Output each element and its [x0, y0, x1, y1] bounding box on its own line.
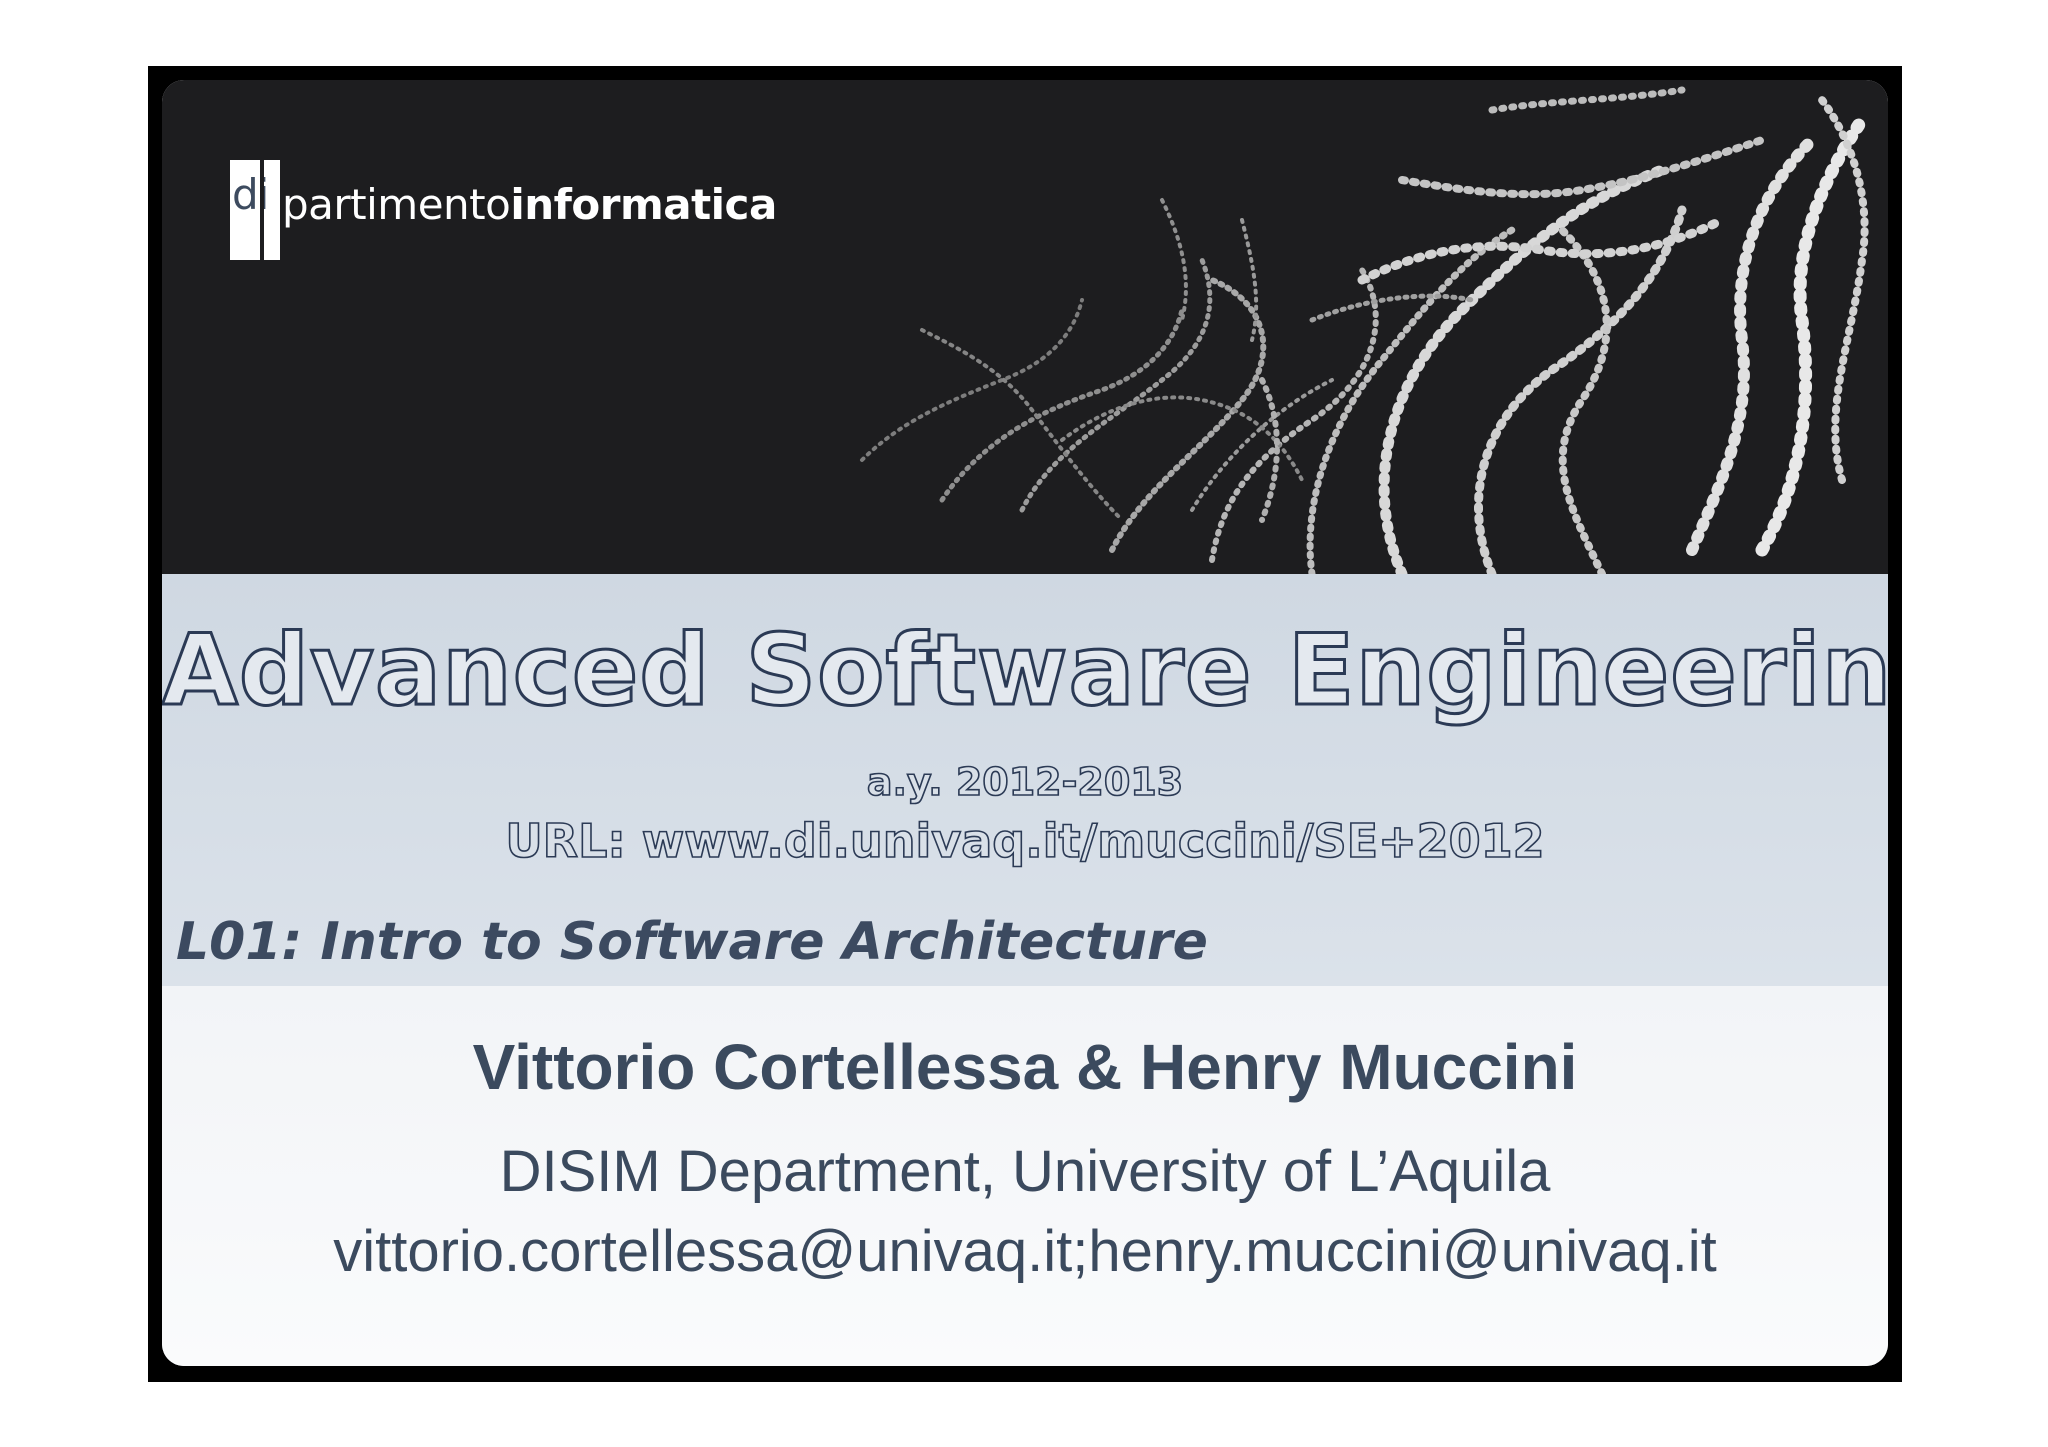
title-band: Advanced Software Engineering a.y. 2012-…: [162, 574, 1888, 986]
course-url: URL: www.di.univaq.it/muccini/SE+2012: [505, 813, 1546, 869]
logo-mark: di: [230, 160, 280, 260]
authors-band: Vittorio Cortellessa & Henry Muccini DIS…: [162, 986, 1888, 1366]
slide-header: di partimentoinformatica: [162, 80, 1888, 574]
course-title: Advanced Software Engineering: [162, 613, 1888, 730]
title-slide: di partimentoinformatica Advanced Softwa…: [162, 80, 1888, 1366]
binary-streams-decoration: [860, 86, 1869, 574]
logo-bar: [260, 160, 264, 260]
academic-year: a.y. 2012-2013: [866, 759, 1184, 805]
author-emails: vittorio.cortellessa@univaq.it;henry.muc…: [333, 1219, 1717, 1284]
author-names: Vittorio Cortellessa & Henry Muccini: [472, 1031, 1578, 1103]
lecture-title: L01: Intro to Software Architecture: [176, 912, 1208, 972]
page: di partimentoinformatica Advanced Softwa…: [0, 0, 2048, 1447]
department-logo: di partimentoinformatica: [230, 160, 777, 260]
logo-wordmark: partimentoinformatica: [282, 180, 777, 229]
logo-text-light: partimento: [282, 179, 511, 229]
department-affiliation: DISIM Department, University of L’Aquila: [499, 1139, 1551, 1204]
logo-text-bold: informatica: [510, 179, 777, 229]
slide-frame: di partimentoinformatica Advanced Softwa…: [148, 66, 1902, 1382]
